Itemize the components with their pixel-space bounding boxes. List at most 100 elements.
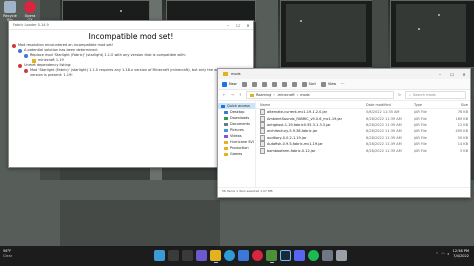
video-icon bbox=[224, 134, 228, 138]
share-icon bbox=[281, 81, 287, 87]
breadcrumb[interactable]: Roaming bbox=[256, 93, 271, 97]
sort-icon bbox=[301, 81, 307, 87]
nav-label: Hurricane SVI bbox=[230, 140, 254, 144]
search-input[interactable]: ⌕ Search mods bbox=[405, 91, 466, 99]
column-header-type[interactable]: Type bbox=[414, 103, 442, 107]
jar-file-icon bbox=[260, 109, 265, 116]
address-field[interactable]: Roaming › .minecraft › mods bbox=[246, 91, 394, 99]
tree-row-text: Mod 'Starlight (Fabric)' (starlight) 1.1… bbox=[30, 68, 225, 77]
system-tray: ⌃ ◠ 🔈︎ 12:58 PM 7/4/2022 bbox=[436, 249, 469, 259]
breadcrumb-separator: › bbox=[273, 93, 275, 97]
search-icon[interactable] bbox=[168, 250, 179, 261]
copy-button[interactable] bbox=[251, 81, 257, 87]
maximize-button[interactable]: ☐ bbox=[446, 72, 458, 77]
file-date: 6/28/2022 11:39 AM bbox=[366, 148, 402, 153]
spotify-icon[interactable] bbox=[308, 250, 319, 261]
jar-file-icon bbox=[260, 115, 265, 122]
clock[interactable]: 12:58 PM 7/4/2022 bbox=[453, 249, 469, 259]
picture-icon bbox=[224, 128, 228, 132]
breadcrumb[interactable]: mods bbox=[300, 93, 310, 97]
wifi-icon[interactable]: ◠ bbox=[441, 252, 444, 256]
file-date: 6/28/2022 11:39 AM bbox=[366, 116, 402, 121]
nav-label: Documents bbox=[230, 122, 250, 126]
column-header-date[interactable]: Date modified bbox=[366, 103, 414, 107]
file-type: JAR File bbox=[414, 148, 427, 153]
file-size: 14 KB bbox=[457, 142, 468, 147]
volume-icon[interactable]: 🔈︎ bbox=[448, 252, 450, 256]
file-size: 189 KB bbox=[455, 116, 469, 121]
close-button[interactable]: ✕ bbox=[458, 72, 470, 77]
start-icon[interactable] bbox=[154, 250, 165, 261]
cut-button[interactable] bbox=[241, 81, 247, 87]
file-type: JAR File bbox=[414, 110, 427, 115]
column-header-size[interactable]: Size bbox=[442, 103, 470, 107]
address-bar: ← → ↑ Roaming › .minecraft › mods ↻ ⌕ Se… bbox=[218, 90, 470, 101]
paste-icon bbox=[261, 81, 267, 87]
app-icon[interactable] bbox=[322, 250, 333, 261]
store-icon[interactable] bbox=[238, 250, 249, 261]
share-button[interactable] bbox=[281, 81, 287, 87]
file-row[interactable]: bamboofarm-fabric-0.12.jar 6/28/2022 11:… bbox=[256, 147, 470, 154]
refresh-icon[interactable]: ↻ bbox=[397, 93, 402, 97]
taskbar: 56°F Clear ⌃ ◠ 🔈︎ 12:58 PM 7/4/2022 bbox=[0, 246, 474, 266]
sort-label: Sort bbox=[308, 82, 316, 86]
minecraft-icon[interactable] bbox=[266, 250, 277, 263]
app2-icon[interactable] bbox=[336, 250, 347, 261]
close-button[interactable]: ✕ bbox=[243, 23, 253, 28]
view-icon bbox=[320, 81, 326, 87]
folder-icon bbox=[224, 140, 228, 144]
copy-icon bbox=[251, 81, 257, 87]
file-explorer-window: mods – ☐ ✕ New Sort View ··· ← → ↑ Roami… bbox=[217, 68, 471, 198]
new-button[interactable]: New bbox=[222, 81, 237, 87]
error-icon bbox=[18, 63, 22, 68]
clock-date: 7/4/2022 bbox=[453, 254, 469, 258]
desktop-icon-recycle-bin[interactable]: Recycle Bin bbox=[2, 1, 18, 22]
forward-arrow-icon[interactable]: → bbox=[230, 93, 235, 97]
nav-item-games[interactable]: Games bbox=[218, 151, 255, 157]
file-type: JAR File bbox=[414, 129, 427, 134]
more-button[interactable]: ··· bbox=[341, 82, 344, 86]
dialog-heading: Incompatible mod set! bbox=[88, 32, 174, 41]
error-icon bbox=[24, 69, 28, 73]
rename-button[interactable] bbox=[271, 81, 277, 87]
steam-icon[interactable] bbox=[280, 250, 291, 261]
minimize-button[interactable]: – bbox=[223, 23, 233, 28]
file-size: 50 KB bbox=[457, 135, 468, 140]
nav-label: Production bbox=[230, 146, 249, 150]
minimize-button[interactable]: – bbox=[434, 72, 446, 77]
folder-icon bbox=[250, 93, 254, 97]
back-arrow-icon[interactable]: ← bbox=[222, 93, 227, 97]
view-button[interactable]: View bbox=[320, 81, 336, 87]
paste-button[interactable] bbox=[261, 81, 267, 87]
column-header-name[interactable]: Name bbox=[260, 103, 366, 107]
delete-button[interactable] bbox=[291, 81, 297, 87]
opera-gx-icon[interactable] bbox=[252, 250, 263, 261]
up-arrow-icon[interactable]: ↑ bbox=[238, 93, 243, 97]
window-title: mods bbox=[231, 72, 241, 76]
chat-icon[interactable] bbox=[196, 250, 207, 261]
sort-button[interactable]: Sort bbox=[301, 81, 316, 87]
task-view-icon[interactable] bbox=[182, 250, 193, 261]
dialog-titlebar: Fabric Loader 0.14.9 – ☐ ✕ bbox=[9, 21, 253, 30]
folder-icon bbox=[224, 152, 228, 156]
file-explorer-icon[interactable] bbox=[210, 250, 221, 263]
weather-widget[interactable]: 56°F Clear bbox=[3, 249, 12, 259]
star-icon bbox=[221, 104, 225, 108]
file-name: antighost-1.19-fabric0.55.3-1.3.3.jar bbox=[267, 122, 331, 127]
jar-file-icon bbox=[260, 128, 265, 135]
info-icon bbox=[18, 48, 22, 53]
file-name: Autofish-0.9.5-fabric-mc1.19.jar bbox=[267, 142, 323, 147]
file-list: Name Date modified Type Size alternate-c… bbox=[256, 101, 470, 187]
explorer-titlebar: mods – ☐ ✕ bbox=[218, 69, 470, 79]
tree-row[interactable]: Mod 'Starlight (Fabric)' (starlight) 1.1… bbox=[12, 68, 234, 77]
file-size: 409 KB bbox=[455, 129, 469, 134]
chevron-up-icon[interactable]: ⌃ bbox=[436, 252, 439, 256]
discord-icon[interactable] bbox=[294, 250, 305, 261]
file-size: 76 KB bbox=[457, 110, 468, 115]
file-name: AmbientSounds_FABRIC_v5.0.6_mc1.19.jar bbox=[267, 116, 343, 121]
file-size: 5 KB bbox=[459, 148, 468, 153]
edge-icon[interactable] bbox=[224, 250, 235, 261]
breadcrumb[interactable]: .minecraft bbox=[277, 93, 295, 97]
maximize-button[interactable]: ☐ bbox=[233, 23, 243, 28]
plus-icon bbox=[222, 81, 227, 87]
